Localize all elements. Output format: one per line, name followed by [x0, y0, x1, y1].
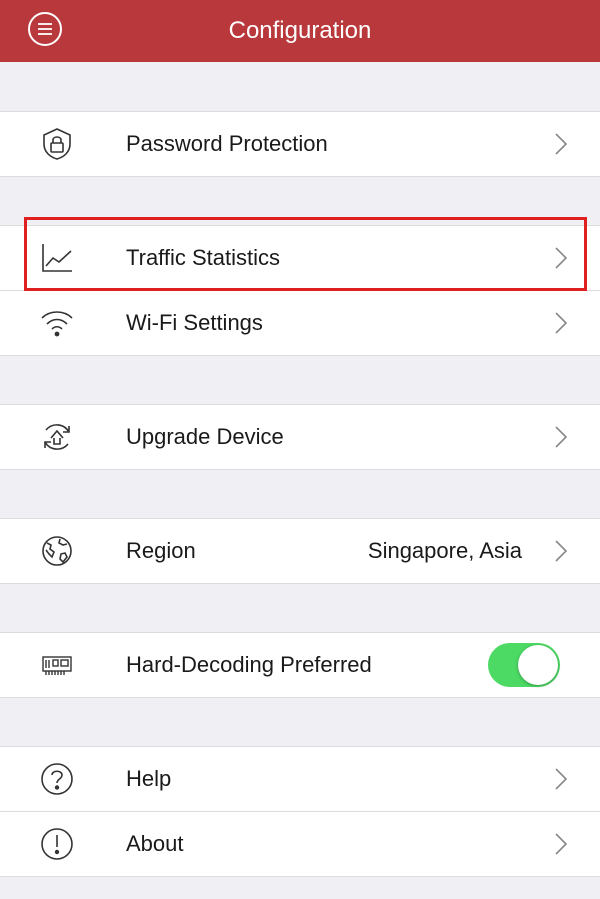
- chevron-right-icon: [554, 768, 568, 790]
- settings-group-decoding: Hard-Decoding Preferred: [0, 632, 600, 698]
- chevron-right-icon: [554, 833, 568, 855]
- help-label: Help: [126, 766, 172, 791]
- help-icon: [40, 762, 74, 796]
- password-protection-row[interactable]: Password Protection: [0, 112, 600, 176]
- wifi-settings-row[interactable]: Wi-Fi Settings: [0, 290, 600, 355]
- wifi-settings-label: Wi-Fi Settings: [126, 310, 263, 335]
- settings-group-security: Password Protection: [0, 111, 600, 177]
- chevron-right-icon: [554, 133, 568, 155]
- chevron-right-icon: [554, 540, 568, 562]
- chevron-right-icon: [554, 312, 568, 334]
- settings-group-support: Help About: [0, 746, 600, 877]
- password-protection-label: Password Protection: [126, 131, 328, 156]
- region-label: Region: [126, 538, 196, 563]
- upgrade-device-row[interactable]: Upgrade Device: [0, 405, 600, 469]
- lock-shield-icon: [40, 127, 74, 161]
- settings-group-device: Upgrade Device: [0, 404, 600, 470]
- about-label: About: [126, 831, 184, 856]
- hard-decoding-toggle[interactable]: [488, 643, 560, 687]
- settings-group-network: Traffic Statistics Wi-Fi Settings: [0, 225, 600, 356]
- line-chart-icon: [40, 241, 74, 275]
- upgrade-device-label: Upgrade Device: [126, 424, 284, 449]
- hard-decoding-row: Hard-Decoding Preferred: [0, 633, 600, 697]
- globe-icon: [40, 534, 74, 568]
- page-title: Configuration: [228, 17, 372, 44]
- about-row[interactable]: About: [0, 811, 600, 876]
- menu-icon[interactable]: [28, 12, 62, 46]
- chevron-right-icon: [554, 247, 568, 269]
- traffic-statistics-row[interactable]: Traffic Statistics: [0, 226, 600, 290]
- region-row[interactable]: Region Singapore, Asia: [0, 519, 600, 583]
- toggle-knob: [518, 645, 558, 685]
- help-row[interactable]: Help: [0, 747, 600, 811]
- chevron-right-icon: [554, 426, 568, 448]
- hard-decoding-label: Hard-Decoding Preferred: [126, 652, 372, 677]
- settings-group-region: Region Singapore, Asia: [0, 518, 600, 584]
- traffic-statistics-label: Traffic Statistics: [126, 245, 281, 270]
- decoder-card-icon: [40, 648, 74, 682]
- region-value: Singapore, Asia: [367, 538, 522, 563]
- info-icon: [40, 827, 74, 861]
- wifi-icon: [40, 306, 74, 340]
- upgrade-icon: [40, 420, 74, 454]
- header-bar: Configuration: [0, 0, 600, 62]
